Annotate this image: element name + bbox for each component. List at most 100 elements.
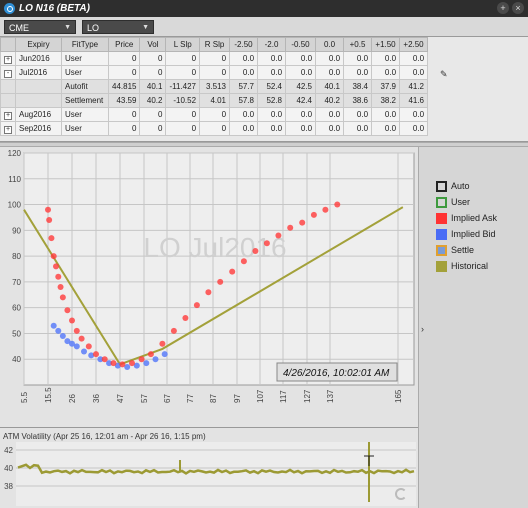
table-cell[interactable]: 40.1 — [315, 79, 345, 94]
table-cell[interactable]: 0.0 — [371, 51, 401, 66]
table-cell[interactable]: 44.815 — [107, 79, 141, 94]
legend-item[interactable]: Implied Bid — [436, 228, 496, 240]
table-cell[interactable]: 0.0 — [257, 51, 287, 66]
table-cell[interactable]: 0 — [165, 65, 201, 80]
table-cell[interactable]: 0.0 — [285, 121, 317, 136]
table-cell[interactable]: 0 — [139, 121, 167, 136]
table-cell[interactable]: 0 — [165, 121, 201, 136]
table-cell[interactable]: 0.0 — [315, 51, 345, 66]
expand-icon[interactable]: + — [4, 55, 12, 64]
table-cell[interactable]: 41.6 — [399, 93, 429, 108]
table-cell[interactable]: 0 — [199, 51, 231, 66]
table-cell[interactable]: 0.0 — [371, 107, 401, 122]
table-cell[interactable]: 0 — [139, 107, 167, 122]
table-cell[interactable]: 0.0 — [343, 65, 373, 80]
column-header[interactable]: +0.5 — [343, 37, 373, 52]
table-cell[interactable]: 4.01 — [199, 93, 231, 108]
table-cell[interactable]: 0.0 — [257, 121, 287, 136]
table-cell[interactable]: 40.2 — [139, 93, 167, 108]
table-cell[interactable]: 0.0 — [229, 65, 259, 80]
legend-item[interactable]: Settle — [436, 244, 474, 256]
column-header[interactable]: -2.50 — [229, 37, 259, 52]
maximize-button[interactable]: + — [497, 2, 509, 14]
pencil-icon[interactable]: ✎ — [440, 69, 450, 79]
table-cell[interactable]: 43.59 — [107, 93, 141, 108]
table-cell[interactable]: 0.0 — [343, 107, 373, 122]
expand-icon[interactable]: + — [4, 125, 12, 134]
table-cell[interactable]: 0 — [139, 65, 167, 80]
table-row[interactable]: + Sep2016 User 0 0 0 0 0.0 0.0 0.0 0.0 0.0 0.0 0.0 — [0, 121, 429, 136]
legend-item[interactable]: Auto — [436, 180, 470, 192]
table-cell[interactable]: 42.4 — [285, 93, 317, 108]
column-header[interactable]: +2.50 — [399, 37, 429, 52]
column-header[interactable]: +1.50 — [371, 37, 401, 52]
table-cell[interactable]: 40.1 — [139, 79, 167, 94]
table-cell[interactable]: 57.8 — [229, 93, 259, 108]
column-header[interactable]: Vol — [139, 37, 167, 52]
table-cell[interactable]: 0.0 — [399, 65, 429, 80]
table-cell[interactable]: 0.0 — [285, 51, 317, 66]
table-cell[interactable]: 0.0 — [371, 65, 401, 80]
table-cell[interactable]: 0.0 — [315, 65, 345, 80]
collapse-legend-handle[interactable]: › — [418, 147, 428, 508]
close-button[interactable]: × — [512, 2, 524, 14]
table-cell[interactable]: 0.0 — [257, 107, 287, 122]
table-cell[interactable]: 0.0 — [343, 121, 373, 136]
table-cell[interactable]: -11.427 — [165, 79, 201, 94]
column-header[interactable]: R Slp — [199, 37, 231, 52]
table-cell[interactable]: 0 — [165, 51, 201, 66]
refresh-icon[interactable] — [395, 488, 407, 500]
table-cell[interactable]: 0 — [107, 107, 141, 122]
table-cell[interactable]: 0 — [199, 107, 231, 122]
table-row[interactable]: + Jun2016 User 0 0 0 0 0.0 0.0 0.0 0.0 0.0 0.0 0.0 — [0, 51, 429, 66]
table-cell[interactable]: 40.2 — [315, 93, 345, 108]
column-header[interactable]: -0.50 — [285, 37, 317, 52]
column-header[interactable]: Price — [107, 37, 141, 52]
product-dropdown[interactable]: LO ▼ — [82, 20, 154, 34]
table-cell[interactable]: 0.0 — [371, 121, 401, 136]
table-cell[interactable]: 0.0 — [229, 121, 259, 136]
table-cell[interactable]: 0 — [199, 65, 231, 80]
table-cell[interactable]: -10.52 — [165, 93, 201, 108]
table-cell[interactable]: 0.0 — [343, 51, 373, 66]
table-cell[interactable]: 38.4 — [343, 79, 373, 94]
table-cell[interactable]: 0 — [107, 121, 141, 136]
table-cell[interactable]: 42.5 — [285, 79, 317, 94]
table-cell[interactable]: 3.513 — [199, 79, 231, 94]
column-header[interactable]: L Slp — [165, 37, 201, 52]
table-cell[interactable]: 37.9 — [371, 79, 401, 94]
collapse-icon[interactable]: - — [4, 69, 12, 78]
column-header[interactable]: FitType — [61, 37, 109, 52]
table-cell[interactable]: 0 — [165, 107, 201, 122]
table-cell[interactable]: 0.0 — [315, 107, 345, 122]
table-cell[interactable]: 0.0 — [315, 121, 345, 136]
table-cell[interactable]: 0.0 — [257, 65, 287, 80]
table-row[interactable]: - Jul2016 User 0 0 0 0 0.0 0.0 0.0 0.0 0.0 0.0 0.0 — [0, 65, 429, 80]
table-cell[interactable]: 0 — [139, 51, 167, 66]
exchange-dropdown[interactable]: CME ▼ — [4, 20, 76, 34]
table-cell[interactable]: 38.2 — [371, 93, 401, 108]
table-cell[interactable]: 0.0 — [229, 107, 259, 122]
table-cell[interactable]: 0.0 — [285, 107, 317, 122]
table-cell[interactable]: 41.2 — [399, 79, 429, 94]
table-row[interactable]: Autofit 44.815 40.1 -11.427 3.513 57.7 52.4 42.… — [0, 79, 429, 94]
table-row[interactable]: Settlement 43.59 40.2 -10.52 4.01 57.8 52.8 42.… — [0, 93, 429, 108]
table-cell[interactable]: 38.6 — [343, 93, 373, 108]
table-cell[interactable]: 0 — [107, 65, 141, 80]
table-cell[interactable]: 0 — [107, 51, 141, 66]
table-cell[interactable]: 52.8 — [257, 93, 287, 108]
column-header[interactable]: -2.0 — [257, 37, 287, 52]
legend-item[interactable]: Historical — [436, 260, 488, 272]
column-header[interactable]: 0.0 — [315, 37, 345, 52]
table-cell[interactable]: 0.0 — [285, 65, 317, 80]
table-cell[interactable]: 0.0 — [399, 121, 429, 136]
table-cell[interactable]: 0.0 — [399, 51, 429, 66]
table-cell[interactable]: 57.7 — [229, 79, 259, 94]
table-row[interactable]: + Aug2016 User 0 0 0 0 0.0 0.0 0.0 0.0 0.0 0.0 0.0 — [0, 107, 429, 122]
legend-item[interactable]: User — [436, 196, 470, 208]
table-cell[interactable]: 0.0 — [399, 107, 429, 122]
legend-item[interactable]: Implied Ask — [436, 212, 497, 224]
table-cell[interactable]: 0.0 — [229, 51, 259, 66]
column-header[interactable]: Expiry — [15, 37, 62, 52]
table-cell[interactable]: 52.4 — [257, 79, 287, 94]
